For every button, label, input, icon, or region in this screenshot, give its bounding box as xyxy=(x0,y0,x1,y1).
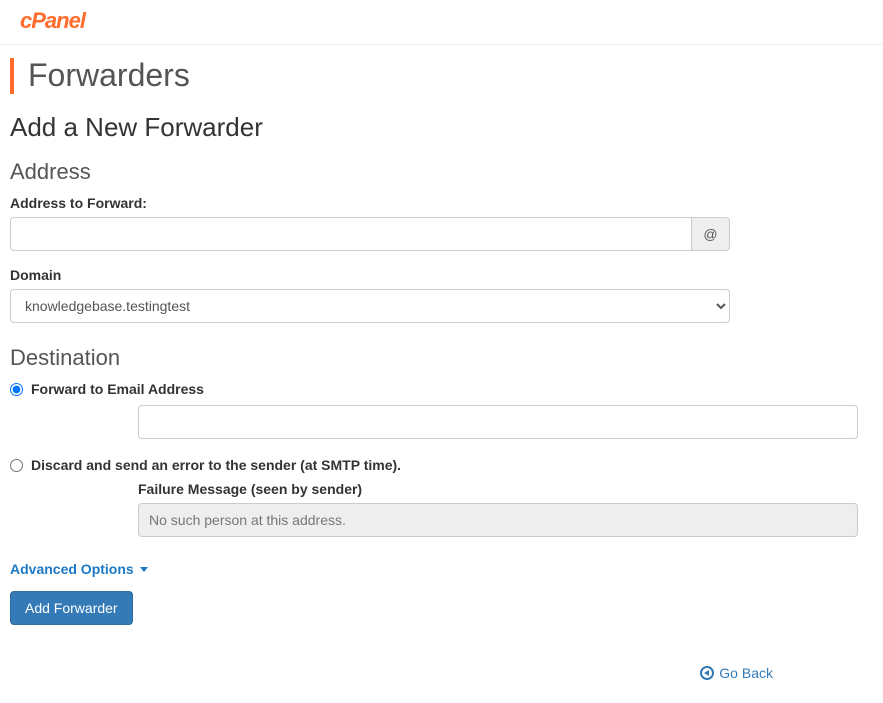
top-bar: cPanel xyxy=(0,0,883,45)
content-area: Forwarders Add a New Forwarder Address A… xyxy=(0,45,883,703)
page-title-wrap: Forwarders xyxy=(10,57,873,94)
add-forwarder-button[interactable]: Add Forwarder xyxy=(10,591,133,625)
address-input[interactable] xyxy=(10,217,692,251)
forward-email-input[interactable] xyxy=(138,405,858,439)
title-accent-bar xyxy=(10,58,14,94)
address-field-row: Address to Forward: @ xyxy=(10,195,873,251)
caret-down-icon xyxy=(140,567,148,572)
advanced-options-label: Advanced Options xyxy=(10,561,134,577)
forward-email-wrap xyxy=(138,405,873,439)
failure-label: Failure Message (seen by sender) xyxy=(138,481,873,497)
advanced-options-toggle[interactable]: Advanced Options xyxy=(10,561,148,577)
domain-label: Domain xyxy=(10,267,873,283)
at-addon: @ xyxy=(692,217,730,251)
discard-radio-label: Discard and send an error to the sender … xyxy=(31,457,401,473)
address-input-group: @ xyxy=(10,217,730,251)
failure-wrap: Failure Message (seen by sender) xyxy=(138,481,873,537)
discard-radio[interactable] xyxy=(10,459,23,472)
failure-message-input xyxy=(138,503,858,537)
cpanel-logo: cPanel xyxy=(20,8,85,33)
forward-radio-row: Forward to Email Address xyxy=(10,381,873,397)
go-back-link[interactable]: Go Back xyxy=(700,665,773,681)
go-back-wrap: Go Back xyxy=(10,665,873,683)
subheading: Add a New Forwarder xyxy=(10,112,873,143)
domain-select[interactable]: knowledgebase.testingtest xyxy=(10,289,730,323)
discard-radio-row: Discard and send an error to the sender … xyxy=(10,457,873,473)
page-title: Forwarders xyxy=(28,57,190,94)
arrow-left-circle-icon xyxy=(700,666,714,680)
destination-heading: Destination xyxy=(10,345,873,371)
forward-radio[interactable] xyxy=(10,383,23,396)
go-back-label: Go Back xyxy=(719,665,773,681)
address-label: Address to Forward: xyxy=(10,195,873,211)
domain-field-row: Domain knowledgebase.testingtest xyxy=(10,267,873,323)
address-heading: Address xyxy=(10,159,873,185)
forward-radio-label: Forward to Email Address xyxy=(31,381,204,397)
